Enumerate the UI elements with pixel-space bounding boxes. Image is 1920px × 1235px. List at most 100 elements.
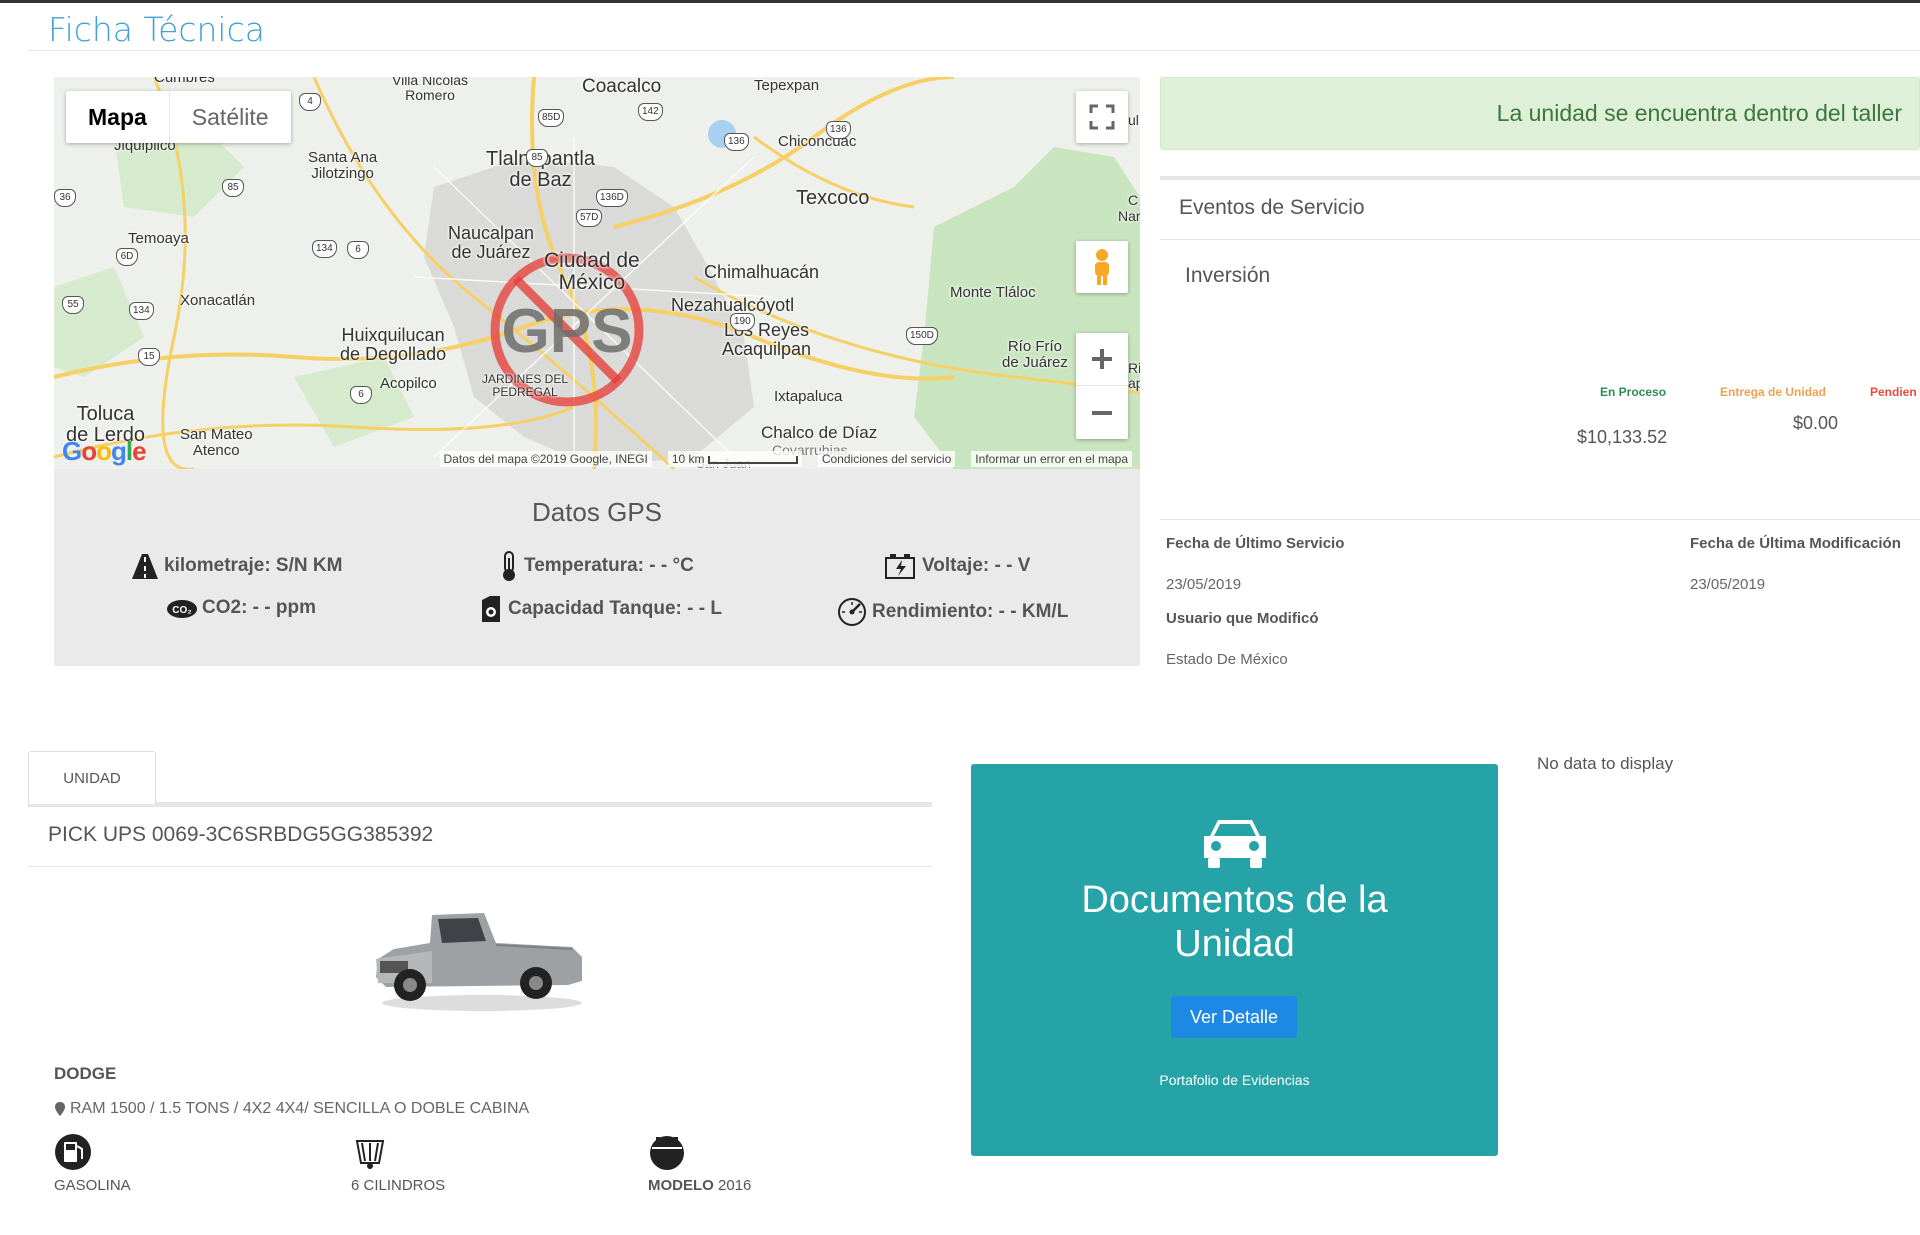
- highway-shield: 136D: [596, 189, 628, 207]
- plus-icon: [1092, 349, 1112, 369]
- street-view-button[interactable]: [1076, 241, 1128, 293]
- page-title: Ficha Técnica: [48, 10, 265, 49]
- map-terms-link[interactable]: Condiciones del servicio: [817, 451, 956, 467]
- fullscreen-button[interactable]: [1076, 91, 1128, 143]
- documentos-title: Documentos de la Unidad: [971, 878, 1498, 966]
- highway-shield: 6: [347, 241, 369, 259]
- gps-temperatura: Temperatura: - - °C: [498, 550, 694, 582]
- highway-shield: 85: [222, 179, 244, 197]
- chart-empty-message: No data to display: [1537, 754, 1674, 773]
- spec-fuel: GASOLINA: [54, 1133, 131, 1194]
- map-label: Tepexpan: [754, 77, 820, 94]
- highway-shield: 6D: [116, 248, 138, 266]
- gps-rendimiento-text: Rendimiento: - - KM/L: [872, 601, 1069, 622]
- unit-brand: DODGE: [54, 1064, 117, 1083]
- fecha-modificacion-label: Fecha de Última Modificación: [1690, 535, 1901, 552]
- unit-name: PICK UPS 0069-3C6SRBDG5GG385392: [48, 823, 434, 846]
- spec-cylinders: 6 CILINDROS: [351, 1133, 445, 1194]
- calendar-icon: [650, 1136, 684, 1170]
- tab-unidad[interactable]: UNIDAD: [28, 751, 156, 804]
- co2-cloud-icon: CO₂: [167, 600, 197, 618]
- portafolio-link[interactable]: Portafolio de Evidencias: [971, 1072, 1498, 1088]
- map-label: Ri: [1128, 360, 1140, 376]
- unit-divider: [28, 866, 932, 867]
- map-view[interactable]: GPS Cumbres Villa Nicolás Romero Coacalc…: [54, 77, 1140, 469]
- speedometer-icon: [838, 598, 866, 626]
- gps-co2-text: CO2: - - ppm: [202, 597, 316, 618]
- zoom-out-button[interactable]: [1076, 386, 1128, 439]
- gps-capacidad: Capacidad Tanque: - - L: [478, 594, 722, 624]
- gps-co2: CO₂ CO2: - - ppm: [166, 597, 316, 619]
- highway-shield: 150D: [906, 327, 938, 345]
- map-type-mapa[interactable]: Mapa: [66, 91, 169, 143]
- ver-detalle-button[interactable]: Ver Detalle: [1171, 996, 1297, 1038]
- map-attribution: Datos del mapa ©2019 Google, INEGI: [439, 451, 652, 467]
- engine-icon: [355, 1140, 385, 1169]
- map-type-control[interactable]: Mapa Satélite: [66, 91, 291, 143]
- map-label: ul: [1128, 112, 1139, 128]
- highway-shield: 6: [350, 386, 372, 404]
- svg-text:CO₂: CO₂: [172, 605, 191, 616]
- map-label: Villa Nicolás Romero: [392, 77, 468, 103]
- highway-shield: 85: [526, 149, 548, 167]
- spec-model-label: MODELO: [648, 1177, 714, 1194]
- gps-rendimiento: Rendimiento: - - KM/L: [836, 596, 1068, 628]
- section-divider: [1160, 239, 1920, 240]
- eventos-servicio-title: Eventos de Servicio: [1179, 196, 1365, 219]
- map-label: Huixquilucan de Degollado: [340, 325, 447, 364]
- unit-model-text: RAM 1500 / 1.5 TONS / 4X2 4X4/ SENCILLA …: [70, 1100, 530, 1117]
- map-label: Monte Tláloc: [950, 284, 1036, 301]
- fullscreen-icon: [1089, 104, 1115, 130]
- gps-temperatura-text: Temperatura: - - °C: [524, 555, 694, 576]
- highway-shield: 142: [638, 103, 663, 121]
- spec-model-value: 2016: [718, 1177, 752, 1194]
- inv-entrega-label: Entrega de Unidad: [1720, 385, 1827, 399]
- map-report-link[interactable]: Informar un error en el mapa: [971, 451, 1132, 467]
- usuario-modifico-value: Estado De México: [1166, 651, 1288, 668]
- highway-shield: 134: [129, 302, 154, 320]
- inv-pendiente-label: Pendien: [1870, 385, 1917, 399]
- car-icon: [1204, 820, 1266, 868]
- map-footer: Datos del mapa ©2019 Google, INEGI 10 km…: [54, 449, 1140, 469]
- map-label: Temoaya: [128, 230, 189, 247]
- fecha-servicio-value: 23/05/2019: [1166, 576, 1242, 593]
- battery-bolt-icon: [885, 554, 915, 579]
- map-label: ap: [1128, 375, 1140, 391]
- map-label: Naucalpan de Juárez: [448, 223, 535, 262]
- gps-data-panel: Datos GPS kilometraje: S/N KM Temperatur…: [54, 469, 1140, 666]
- thermometer-icon: [503, 551, 515, 581]
- spec-model-year-text: MODELO 2016: [648, 1177, 751, 1194]
- pickup-truck-image: [376, 913, 582, 1011]
- minus-icon: [1092, 410, 1112, 415]
- zoom-in-button[interactable]: [1076, 333, 1128, 386]
- road-icon: [132, 554, 158, 579]
- map-label: C: [1128, 192, 1139, 208]
- highway-shield: 36: [54, 189, 76, 207]
- usuario-modifico-label: Usuario que Modificó: [1166, 610, 1319, 627]
- spec-model-year: MODELO 2016: [648, 1133, 751, 1194]
- fecha-modificacion-value: 23/05/2019: [1690, 576, 1766, 593]
- map-label: Nezahualcóyotl: [671, 295, 795, 315]
- map-label: JARDINES DEL PEDREGAL: [482, 372, 569, 399]
- map-label: Chimalhuacán: [704, 262, 820, 282]
- zoom-control[interactable]: [1076, 333, 1128, 439]
- gps-voltaje: Voltaje: - - V: [884, 552, 1030, 580]
- highway-shield: 15: [138, 348, 160, 366]
- inv-en-proceso-value: $10,133.52: [1577, 427, 1668, 447]
- highway-shield: 4: [299, 93, 321, 111]
- map-label: Ciudad de México: [544, 249, 640, 295]
- map-type-satelite[interactable]: Satélite: [168, 91, 291, 143]
- fecha-servicio-label: Fecha de Último Servicio: [1166, 535, 1345, 552]
- highway-shield: 85D: [538, 109, 565, 127]
- map-label: Río Frío de Juárez: [1002, 338, 1068, 371]
- documentos-title-line2: Unidad: [1174, 923, 1295, 965]
- title-divider: [28, 50, 1920, 51]
- spec-fuel-text: GASOLINA: [54, 1177, 131, 1194]
- map-label: Xonacatlán: [180, 292, 256, 309]
- map-label: Chalco de Díaz: [761, 423, 878, 442]
- gps-capacidad-text: Capacidad Tanque: - - L: [508, 598, 722, 619]
- highway-shield: 57D: [576, 209, 603, 227]
- gps-kilometraje: kilometraje: S/N KM: [130, 552, 342, 580]
- svg-text:GPS: GPS: [502, 297, 633, 366]
- map-pin-icon: [55, 1102, 65, 1116]
